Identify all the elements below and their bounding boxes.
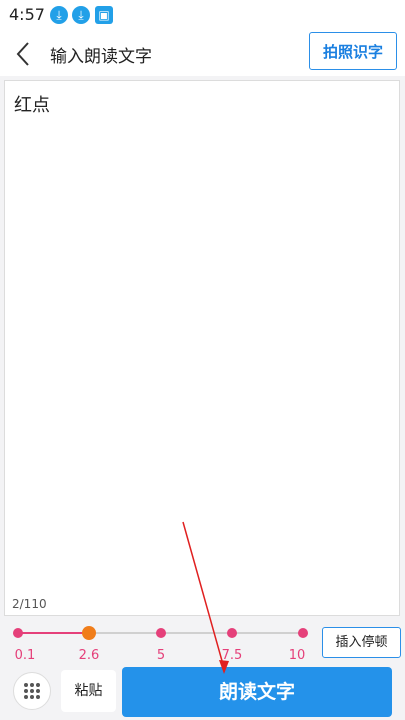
text-input-area[interactable]: 红点 2/110 <box>4 80 400 616</box>
photo-ocr-button[interactable]: 拍照识字 <box>309 32 397 70</box>
tick-label: 10 <box>288 648 306 663</box>
download-icon: ⤓ <box>50 6 68 24</box>
char-counter: 2/110 <box>12 597 47 611</box>
page-title: 输入朗读文字 <box>50 47 152 67</box>
slider-stop[interactable] <box>156 628 166 638</box>
back-button[interactable] <box>8 38 40 70</box>
status-bar: 4:57 ⤓ ⤓ ▣ <box>0 0 405 30</box>
grid-icon <box>24 683 40 699</box>
slider-stop[interactable] <box>13 628 23 638</box>
insert-pause-button[interactable]: 插入停顿 <box>322 627 401 658</box>
tick-label: 5 <box>156 648 166 663</box>
grid-menu-button[interactable] <box>13 672 51 710</box>
slider-stop[interactable] <box>227 628 237 638</box>
speed-slider[interactable]: 0.1 2.6 5 7.5 10 <box>0 620 320 663</box>
bottom-bar: 粘贴 朗读文字 <box>0 664 405 720</box>
tick-label: 7.5 <box>221 648 243 663</box>
tick-label: 2.6 <box>78 648 100 663</box>
tick-label: 0.1 <box>14 648 36 663</box>
read-aloud-button[interactable]: 朗读文字 <box>122 667 392 717</box>
slider-stop[interactable] <box>298 628 308 638</box>
image-icon: ▣ <box>95 6 113 24</box>
chevron-left-icon <box>16 42 29 66</box>
slider-thumb[interactable] <box>82 626 96 640</box>
download-icon: ⤓ <box>72 6 90 24</box>
paste-button[interactable]: 粘贴 <box>61 670 116 712</box>
toolbar: 输入朗读文字 拍照识字 <box>0 30 405 76</box>
editor-text: 红点 <box>14 95 50 116</box>
slider-track[interactable] <box>0 620 320 650</box>
status-time: 4:57 <box>9 5 45 24</box>
